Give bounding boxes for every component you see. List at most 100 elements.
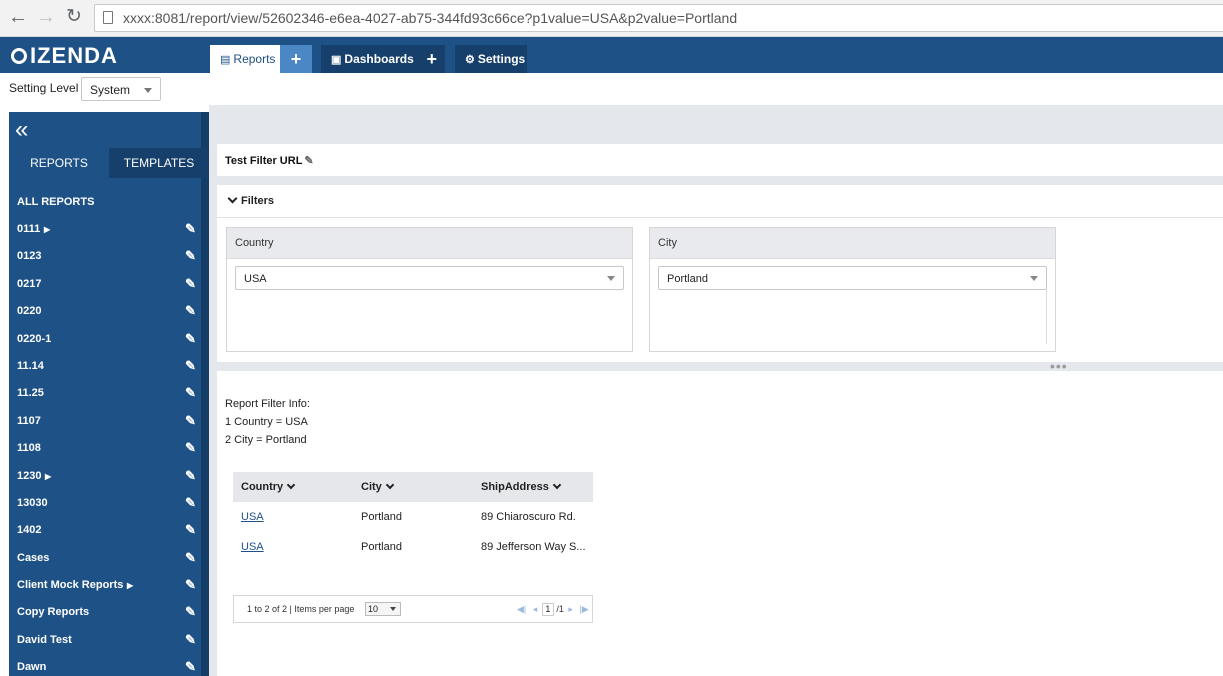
sidebar-item[interactable]: 0111 ▶ ✎: [9, 216, 201, 243]
edit-pencil-icon[interactable]: ✎: [185, 632, 196, 648]
chevron-down-icon: [227, 193, 238, 204]
column-header-label: City: [361, 481, 382, 493]
sidebar-item[interactable]: David Test ✎: [9, 627, 201, 654]
column-header-country[interactable]: Country: [241, 480, 296, 493]
logo-mark-icon: [11, 48, 27, 64]
tab-settings[interactable]: ⚙ Settings: [455, 45, 527, 73]
country-cell-link[interactable]: USA: [241, 511, 264, 523]
city-cell: Portland: [361, 511, 402, 523]
filters-header[interactable]: Filters: [217, 185, 1223, 218]
filter-info-line: 1 Country = USA: [225, 416, 308, 428]
edit-pencil-icon[interactable]: ✎: [185, 331, 196, 347]
report-body: Report Filter Info: 1 Country = USA 2 Ci…: [217, 371, 1223, 676]
edit-title-icon[interactable]: ✎: [304, 155, 313, 167]
sort-chevron-icon: [286, 480, 296, 490]
url-text[interactable]: xxxx:8081/report/view/52602346-e6ea-4027…: [123, 10, 737, 26]
resize-handle-icon[interactable]: •••: [1050, 359, 1068, 373]
report-title: Test Filter URL ✎: [225, 154, 314, 167]
first-page-icon[interactable]: ◀|: [517, 604, 526, 614]
report-title-text: Test Filter URL: [225, 155, 303, 167]
edit-pencil-icon[interactable]: ✎: [185, 276, 196, 292]
edit-pencil-icon[interactable]: ✎: [185, 495, 196, 511]
city-filter-label: City: [658, 237, 677, 249]
table-row: USA Portland 89 Chiaroscuro Rd.: [233, 502, 593, 532]
edit-pencil-icon[interactable]: ✎: [185, 468, 196, 484]
sidebar-item[interactable]: 1402 ✎: [9, 517, 201, 544]
items-per-page-select[interactable]: 10: [365, 602, 401, 616]
reload-icon[interactable]: ↻: [62, 6, 86, 30]
edit-pencil-icon[interactable]: ✎: [185, 550, 196, 566]
collapse-sidebar-icon[interactable]: «: [15, 118, 28, 142]
last-page-icon[interactable]: |▶: [579, 604, 588, 614]
sidebar-item-label: 1107: [17, 414, 41, 427]
tab-reports[interactable]: ▤ Reports: [210, 45, 280, 73]
all-reports-link[interactable]: ALL REPORTS: [17, 196, 94, 208]
sidebar-item[interactable]: 1107 ✎: [9, 408, 201, 435]
sidebar-item[interactable]: 0123 ✎: [9, 243, 201, 270]
edit-pencil-icon[interactable]: ✎: [185, 604, 196, 620]
sidebar-item-label: 13030: [17, 496, 48, 509]
items-per-page-value: 10: [368, 604, 379, 614]
country-filter-value: USA: [244, 273, 267, 285]
sidebar-item[interactable]: 0220 ✎: [9, 298, 201, 325]
sidebar-item[interactable]: Copy Reports ✎: [9, 599, 201, 626]
sidebar-item[interactable]: 0217 ✎: [9, 271, 201, 298]
sidebar-tab-templates[interactable]: TEMPLATES: [109, 148, 209, 178]
city-filter-scrollbar[interactable]: [1046, 290, 1047, 344]
tab-settings-label: Settings: [477, 52, 526, 66]
expand-arrow-icon[interactable]: ▶: [127, 581, 133, 590]
sidebar-item[interactable]: 1108 ✎: [9, 435, 201, 462]
back-arrow-icon[interactable]: ←: [6, 6, 30, 30]
sidebar-tab-reports[interactable]: REPORTS: [9, 148, 109, 178]
filters-title: Filters: [227, 193, 274, 207]
tab-dashboards[interactable]: ▣ Dashboards +: [321, 45, 445, 73]
sidebar-item[interactable]: Dawn ✎: [9, 654, 201, 676]
edit-pencil-icon[interactable]: ✎: [185, 358, 196, 374]
city-cell: Portland: [361, 541, 402, 553]
edit-pencil-icon[interactable]: ✎: [185, 248, 196, 264]
sidebar-item[interactable]: 11.25 ✎: [9, 380, 201, 407]
sidebar-item[interactable]: Cases ✎: [9, 545, 201, 572]
sidebar-item[interactable]: 1230 ▶ ✎: [9, 463, 201, 490]
edit-pencil-icon[interactable]: ✎: [185, 221, 196, 237]
edit-pencil-icon[interactable]: ✎: [185, 659, 196, 675]
sidebar-item[interactable]: 13030 ✎: [9, 490, 201, 517]
report-list-icon: ▤: [220, 54, 231, 66]
pager-info: 1 to 2 of 2 | Items per page: [247, 604, 355, 614]
edit-pencil-icon[interactable]: ✎: [185, 577, 196, 593]
sidebar-scrollbar[interactable]: [201, 112, 209, 676]
city-filter-select[interactable]: Portland: [658, 266, 1047, 290]
column-header-shipaddress[interactable]: ShipAddress: [481, 480, 562, 493]
column-header-city[interactable]: City: [361, 480, 395, 493]
sidebar-item[interactable]: 0220-1 ✎: [9, 326, 201, 353]
edit-pencil-icon[interactable]: ✎: [185, 303, 196, 319]
sidebar-item-label: Copy Reports: [17, 606, 90, 619]
page-number-input[interactable]: 1: [541, 603, 554, 616]
address-bar[interactable]: xxxx:8081/report/view/52602346-e6ea-4027…: [94, 4, 1223, 32]
add-report-button[interactable]: +: [280, 45, 312, 73]
edit-pencil-icon[interactable]: ✎: [185, 522, 196, 538]
report-title-bar: Test Filter URL ✎: [217, 144, 1223, 176]
sidebar-item[interactable]: Client Mock Reports ▶ ✎: [9, 572, 201, 599]
expand-arrow-icon[interactable]: ▶: [44, 225, 50, 234]
sort-chevron-icon: [385, 480, 395, 490]
edit-pencil-icon[interactable]: ✎: [185, 413, 196, 429]
edit-pencil-icon[interactable]: ✎: [185, 440, 196, 456]
country-cell-link[interactable]: USA: [241, 541, 264, 553]
country-filter-select[interactable]: USA: [235, 266, 624, 290]
setting-level-select[interactable]: System: [81, 77, 161, 101]
sidebar-item-label: 1108: [17, 442, 41, 455]
forward-arrow-icon[interactable]: →: [34, 6, 58, 30]
sidebar-item-label: 11.14: [17, 359, 44, 372]
add-dashboard-button[interactable]: +: [426, 45, 437, 73]
filters-panel: Filters Country USA City Portland: [217, 185, 1223, 362]
next-page-icon[interactable]: ▸: [568, 604, 573, 614]
izenda-logo[interactable]: IZENDA: [11, 43, 118, 69]
report-grid: Country City ShipAddress USA Portland 89…: [233, 472, 593, 562]
expand-arrow-icon[interactable]: ▶: [45, 472, 51, 481]
previous-page-icon[interactable]: ◂: [533, 604, 538, 614]
sidebar-item[interactable]: 11.14 ✎: [9, 353, 201, 380]
country-filter-label: Country: [235, 237, 274, 249]
country-filter: Country USA: [226, 227, 633, 352]
edit-pencil-icon[interactable]: ✎: [185, 385, 196, 401]
